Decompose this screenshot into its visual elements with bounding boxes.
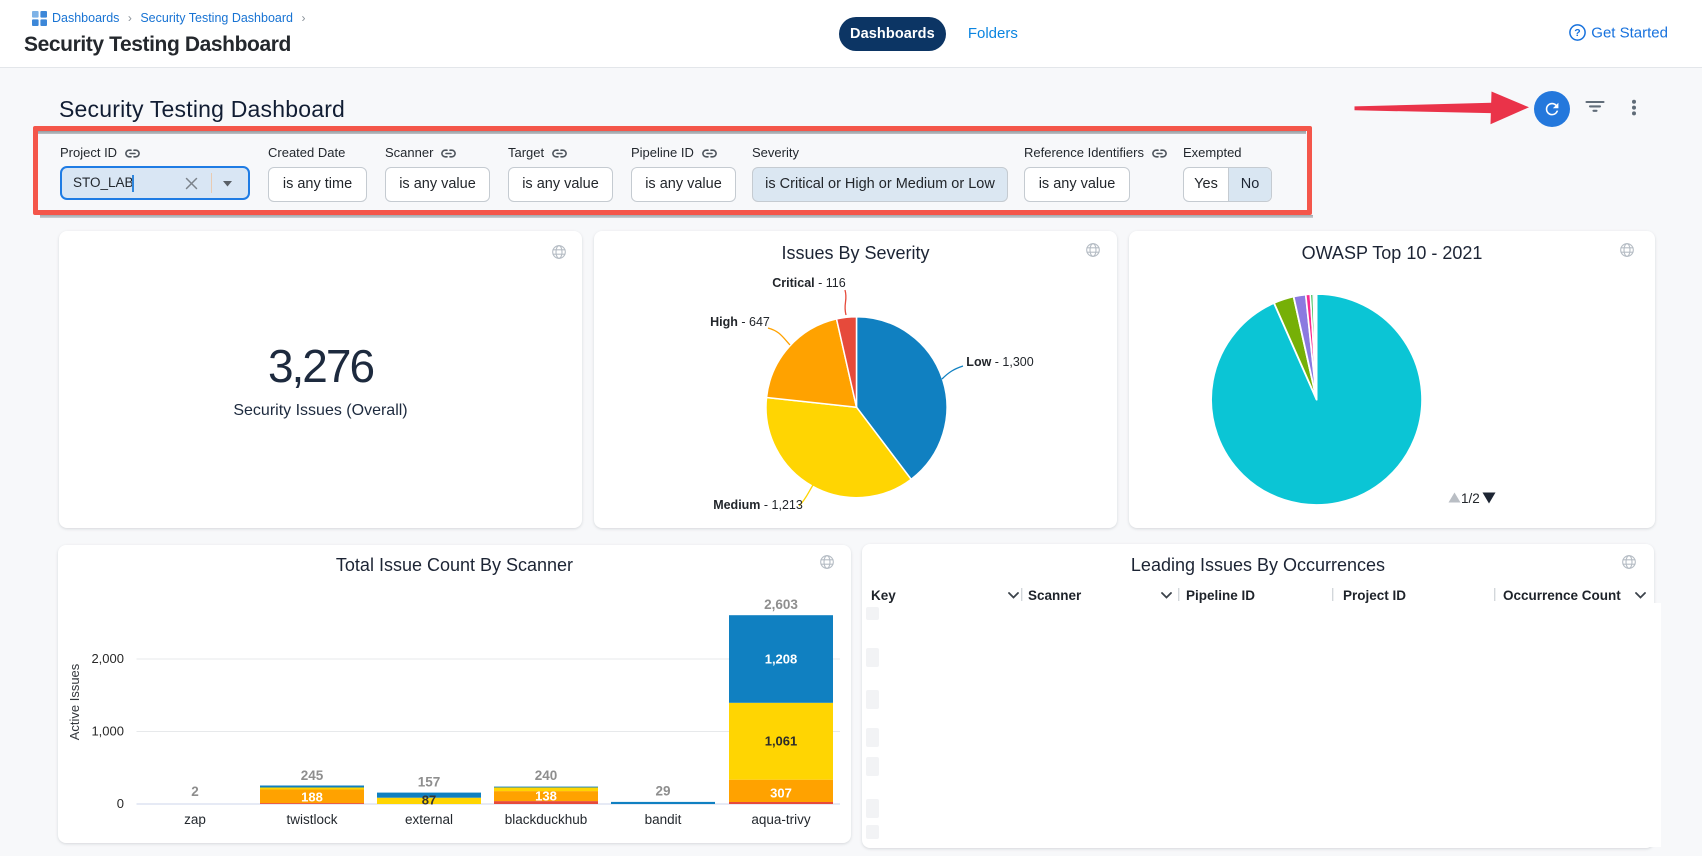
- svg-text:zap: zap: [184, 812, 206, 827]
- svg-text:?: ?: [1575, 27, 1581, 39]
- svg-text:245: 245: [301, 768, 324, 783]
- svg-text:aqua-trivy: aqua-trivy: [751, 812, 811, 827]
- svg-text:1,000: 1,000: [91, 724, 124, 739]
- svg-text:2: 2: [191, 784, 199, 799]
- svg-text:240: 240: [535, 768, 558, 783]
- svg-text:1,061: 1,061: [765, 734, 798, 749]
- svg-text:blackduckhub: blackduckhub: [505, 812, 588, 827]
- svg-text:138: 138: [535, 789, 557, 804]
- svg-text:307: 307: [770, 786, 792, 801]
- svg-text:0: 0: [117, 796, 124, 811]
- svg-text:29: 29: [655, 784, 670, 799]
- svg-text:157: 157: [418, 775, 441, 790]
- svg-text:87: 87: [422, 793, 436, 808]
- svg-text:2,603: 2,603: [764, 597, 798, 612]
- svg-text:external: external: [405, 812, 453, 827]
- svg-text:bandit: bandit: [645, 812, 682, 827]
- svg-text:188: 188: [301, 790, 323, 805]
- svg-text:Active Issues: Active Issues: [67, 663, 82, 740]
- svg-text:1,208: 1,208: [765, 652, 798, 667]
- svg-text:2,000: 2,000: [91, 651, 124, 666]
- svg-text:twistlock: twistlock: [286, 812, 337, 827]
